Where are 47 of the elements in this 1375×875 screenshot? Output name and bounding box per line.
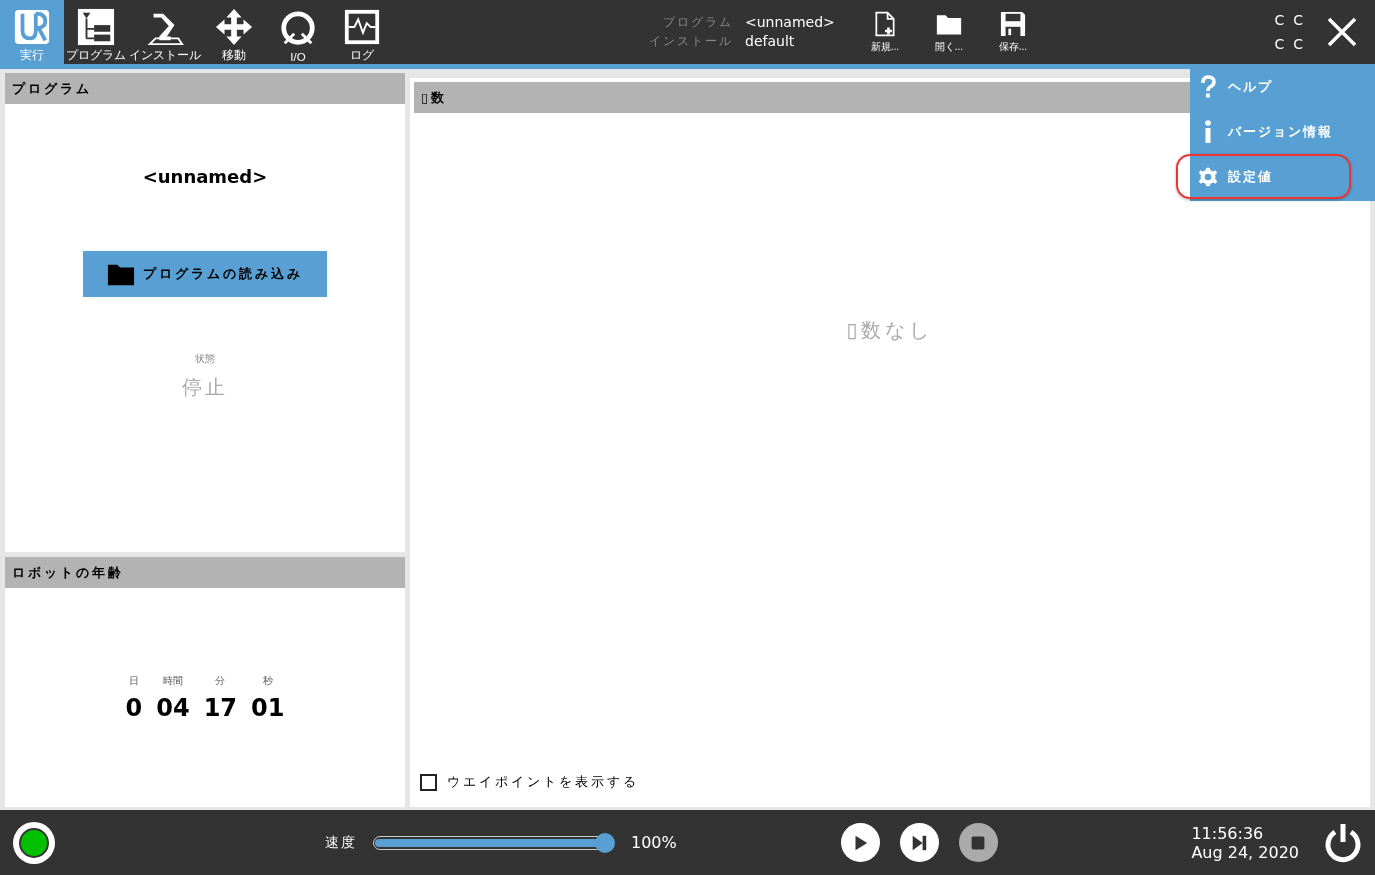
installation-name: default (745, 33, 796, 50)
time-unit-value: 04 (156, 694, 190, 722)
program-label: プログラム (662, 14, 733, 31)
power-icon[interactable] (1323, 822, 1363, 863)
checkbox-label: ウエイポイントを表示する (447, 773, 639, 791)
clock-date: Aug 24, 2020 (1191, 842, 1299, 862)
time-unit-label: 日 (128, 674, 139, 688)
nav-tab[interactable]: プログラム (64, 0, 128, 64)
time-unit-value: 0 (125, 694, 143, 722)
checkbox[interactable] (420, 773, 437, 791)
empty-message: ▯数なし (846, 317, 934, 341)
nav-tab[interactable]: 移動 (202, 0, 266, 64)
time-unit-label: 時間 (162, 674, 183, 688)
program-tree-icon (77, 8, 115, 46)
status-indicator-icon (13, 821, 55, 864)
time-unit-label: 分 (215, 674, 226, 688)
status-label: 状態 (195, 352, 215, 366)
glyph-grid-text: C C C C (1274, 11, 1303, 54)
stop-icon (970, 834, 987, 851)
file-button[interactable]: 開く... (918, 0, 979, 64)
step-icon (910, 833, 929, 852)
move-arrows-icon (215, 8, 253, 46)
panel-title: ロボットの年齢 (5, 557, 405, 588)
time-unit-label: 秒 (262, 674, 273, 688)
step-button[interactable] (899, 823, 939, 862)
log-graph-icon (343, 8, 381, 46)
panel-title: プログラム (5, 73, 405, 104)
nav-tab[interactable]: インストール (128, 0, 202, 64)
installation-label: インストール (649, 33, 733, 50)
time-unit-value: 17 (203, 694, 238, 722)
status-value: 停止 (182, 374, 228, 401)
clock-time: 11:56:36 (1191, 823, 1265, 843)
close-icon[interactable] (1327, 17, 1357, 47)
nav-tab[interactable]: I/O (266, 0, 330, 64)
logo-icon (13, 8, 51, 46)
time-unit-value: 01 (251, 694, 285, 722)
speed-label: 速度 (325, 833, 357, 852)
play-button[interactable] (840, 823, 880, 862)
file-button[interactable]: 新規... (854, 0, 915, 64)
load-program-button[interactable]: プログラムの読み込み (83, 251, 327, 297)
question-mark-icon (1198, 74, 1218, 99)
program-name: <unnamed> (745, 14, 835, 31)
program-name: <unnamed> (142, 166, 268, 187)
nav-tab[interactable]: ログ (330, 0, 394, 64)
file-button[interactable]: 保存... (982, 0, 1043, 64)
speed-reading: 100% (631, 833, 677, 852)
speed-slider[interactable] (373, 831, 617, 854)
